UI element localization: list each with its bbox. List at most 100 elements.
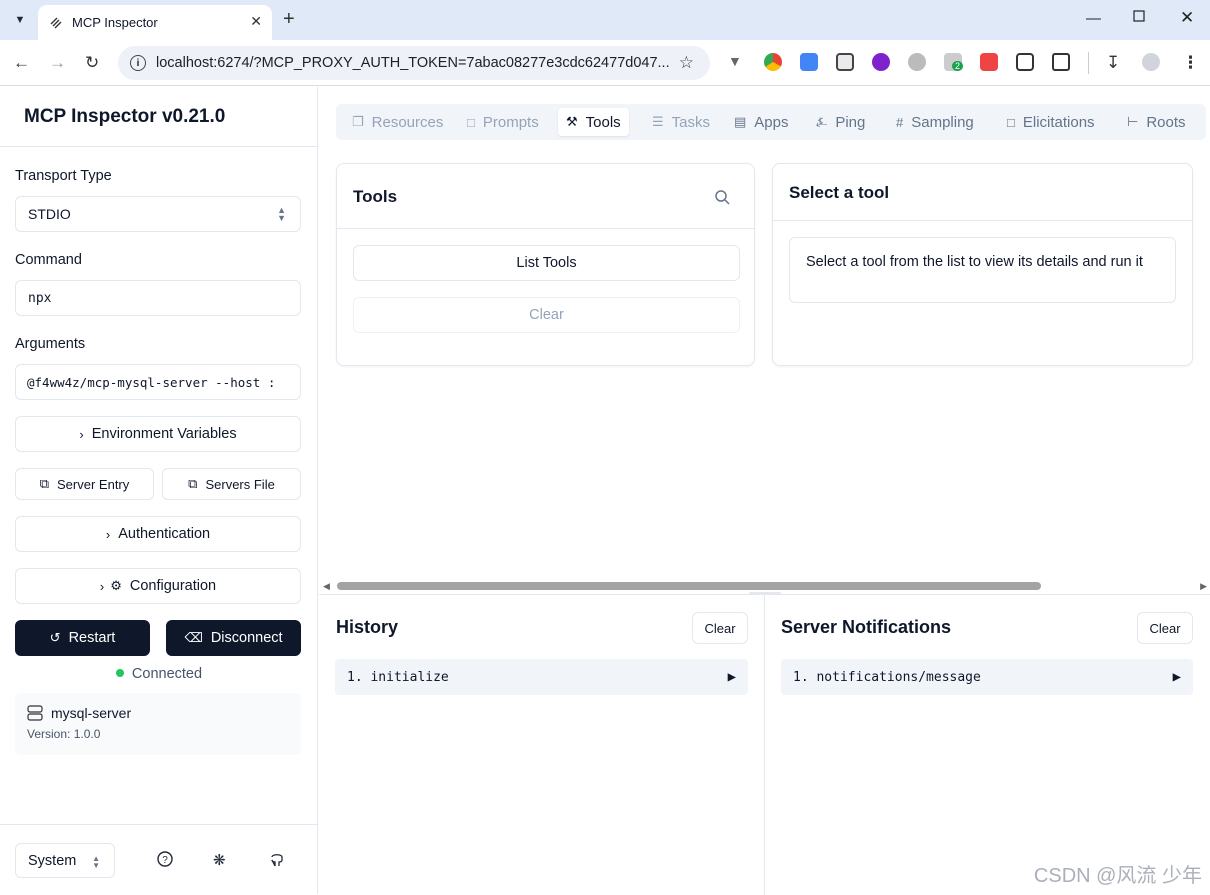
tool-detail-alert: Select a tool from the list to view its … bbox=[789, 237, 1176, 303]
tab-tools[interactable]: ⚒ Tools bbox=[558, 108, 629, 136]
servers-file-button[interactable]: ⧉ Servers File bbox=[162, 468, 301, 500]
restart-label: Restart bbox=[69, 630, 116, 646]
tab-tasks-label: Tasks bbox=[672, 114, 710, 131]
extension-chrome-icon[interactable] bbox=[764, 53, 782, 71]
tab-elicitations[interactable]: □ Elicitations bbox=[999, 108, 1103, 136]
extension-badge-count: 2 bbox=[952, 61, 963, 71]
extension-crop-icon[interactable] bbox=[1016, 53, 1034, 71]
notifications-clear-button[interactable]: Clear bbox=[1137, 612, 1193, 644]
maximize-window-button[interactable] bbox=[1133, 9, 1145, 26]
transport-type-select[interactable]: STDIO ▲▼ bbox=[15, 196, 301, 232]
status-dot bbox=[116, 669, 124, 677]
bug-icon[interactable]: ❋ bbox=[213, 851, 226, 869]
tab-ping[interactable]: ⍼Ping bbox=[808, 108, 873, 136]
transport-type-label: Transport Type bbox=[15, 168, 112, 184]
tab-prompts[interactable]: □Prompts bbox=[459, 108, 547, 136]
download-icon[interactable]: ↧ bbox=[1106, 53, 1120, 73]
back-button[interactable]: ← bbox=[13, 53, 30, 73]
search-icon[interactable] bbox=[714, 189, 730, 205]
minimize-window-button[interactable]: — bbox=[1086, 10, 1101, 27]
toolbar-divider bbox=[1088, 52, 1089, 74]
copy-icon: ⧉ bbox=[40, 476, 49, 492]
address-bar[interactable]: i localhost:6274/?MCP_PROXY_AUTH_TOKEN=7… bbox=[118, 46, 710, 80]
tab-sampling[interactable]: #Sampling bbox=[888, 108, 982, 136]
restart-button[interactable]: ↺ Restart bbox=[15, 620, 150, 656]
extension-gray-icon[interactable] bbox=[908, 53, 926, 71]
app-title: MCP Inspector v0.21.0 bbox=[24, 106, 225, 128]
app-window-icon: ▤ bbox=[734, 114, 746, 130]
hammer-icon: ⚒ bbox=[566, 114, 578, 130]
tab-elicitations-label: Elicitations bbox=[1023, 114, 1095, 131]
extension-v-icon[interactable]: ▼ bbox=[728, 53, 746, 71]
forward-button[interactable]: → bbox=[49, 53, 66, 73]
tab-ping-label: Ping bbox=[835, 114, 865, 131]
browser-tab[interactable]: MCP Inspector ✕ bbox=[38, 5, 272, 40]
tab-tasks[interactable]: ☰ Tasks bbox=[644, 108, 718, 136]
list-tools-button[interactable]: List Tools bbox=[353, 245, 740, 281]
close-window-button[interactable]: ✕ bbox=[1180, 8, 1194, 28]
url-text: localhost:6274/?MCP_PROXY_AUTH_TOKEN=7ab… bbox=[156, 55, 670, 71]
extension-translate-icon[interactable] bbox=[800, 53, 818, 71]
extension-badge-icon[interactable]: 2 bbox=[944, 53, 962, 71]
notification-entry-text: 1. notifications/message bbox=[793, 670, 981, 685]
chevron-down-icon: ▼ bbox=[15, 14, 26, 26]
horizontal-scrollbar[interactable]: ◀ ▶ bbox=[319, 579, 1210, 593]
tool-detail-header: Select a tool bbox=[773, 164, 1192, 221]
clear-tools-button[interactable]: Clear bbox=[353, 297, 740, 333]
reload-button[interactable]: ↻ bbox=[85, 53, 99, 73]
history-clear-button[interactable]: Clear bbox=[692, 612, 748, 644]
scroll-right-arrow-icon[interactable]: ▶ bbox=[1200, 581, 1207, 592]
theme-select[interactable]: System ▲▼ bbox=[15, 843, 115, 878]
github-icon[interactable] bbox=[269, 851, 285, 871]
history-clear-label: Clear bbox=[704, 621, 735, 636]
extension-red-icon[interactable] bbox=[980, 53, 998, 71]
browser-menu-icon[interactable]: ⋮ bbox=[1182, 53, 1199, 73]
command-input[interactable]: npx bbox=[15, 280, 301, 316]
message-square-icon: □ bbox=[1007, 115, 1015, 130]
extensions-puzzle-icon[interactable] bbox=[1052, 53, 1070, 71]
close-tab-icon[interactable]: ✕ bbox=[250, 13, 262, 30]
bookmark-star-icon[interactable]: ☆ bbox=[679, 53, 694, 73]
list-checks-icon: ☰ bbox=[652, 114, 664, 130]
browser-tabstrip: ▼ MCP Inspector ✕ + — ✕ bbox=[0, 0, 1210, 40]
expand-triangle-icon[interactable]: ▶ bbox=[1173, 669, 1181, 685]
tools-card-header: Tools bbox=[337, 164, 754, 229]
notification-entry[interactable]: 1. notifications/message ▶ bbox=[781, 659, 1193, 695]
notifications-title: Server Notifications bbox=[781, 617, 951, 638]
scroll-left-arrow-icon[interactable]: ◀ bbox=[323, 581, 330, 592]
browser-toolbar: ← → ↻ i localhost:6274/?MCP_PROXY_AUTH_T… bbox=[0, 40, 1210, 86]
new-tab-button[interactable]: + bbox=[283, 9, 295, 29]
theme-value: System bbox=[28, 853, 76, 869]
extension-screenshot-icon[interactable] bbox=[836, 53, 854, 71]
server-entry-button[interactable]: ⧉ Server Entry bbox=[15, 468, 154, 500]
configuration-button[interactable]: › ⚙ Configuration bbox=[15, 568, 301, 604]
hash-icon: # bbox=[896, 115, 903, 130]
help-icon[interactable]: ? bbox=[157, 851, 173, 871]
tool-detail-message: Select a tool from the list to view its … bbox=[806, 254, 1143, 270]
tab-apps-label: Apps bbox=[754, 114, 788, 131]
chevron-right-icon: › bbox=[79, 427, 83, 442]
tab-tools-label: Tools bbox=[586, 114, 621, 131]
expand-triangle-icon[interactable]: ▶ bbox=[728, 669, 736, 685]
tab-roots[interactable]: ⊢Roots bbox=[1119, 108, 1194, 136]
disconnect-button[interactable]: ⌫ Disconnect bbox=[166, 620, 301, 656]
scrollbar-thumb[interactable] bbox=[337, 582, 1041, 590]
tools-card: Tools List Tools Clear bbox=[336, 163, 755, 366]
environment-variables-button[interactable]: › Environment Variables bbox=[15, 416, 301, 452]
tab-apps[interactable]: ▤ Apps bbox=[726, 108, 797, 136]
tab-roots-label: Roots bbox=[1146, 114, 1185, 131]
site-info-icon[interactable]: i bbox=[130, 55, 146, 71]
tab-resources[interactable]: ❐Resources bbox=[344, 108, 451, 136]
history-entry[interactable]: 1. initialize ▶ bbox=[335, 659, 748, 695]
arguments-input[interactable]: @f4ww4z/mcp-mysql-server --host : bbox=[15, 364, 301, 400]
profile-avatar[interactable] bbox=[1142, 53, 1160, 71]
tab-search-button[interactable]: ▼ bbox=[8, 8, 32, 32]
configuration-label: Configuration bbox=[130, 578, 216, 594]
authentication-button[interactable]: › Authentication bbox=[15, 516, 301, 552]
tab-prompts-label: Prompts bbox=[483, 114, 539, 131]
servers-file-label: Servers File bbox=[205, 477, 274, 492]
copy-icon: ⧉ bbox=[188, 476, 197, 492]
extension-purple-icon[interactable] bbox=[872, 53, 890, 71]
authentication-label: Authentication bbox=[118, 526, 210, 542]
tools-card-title: Tools bbox=[353, 187, 397, 207]
